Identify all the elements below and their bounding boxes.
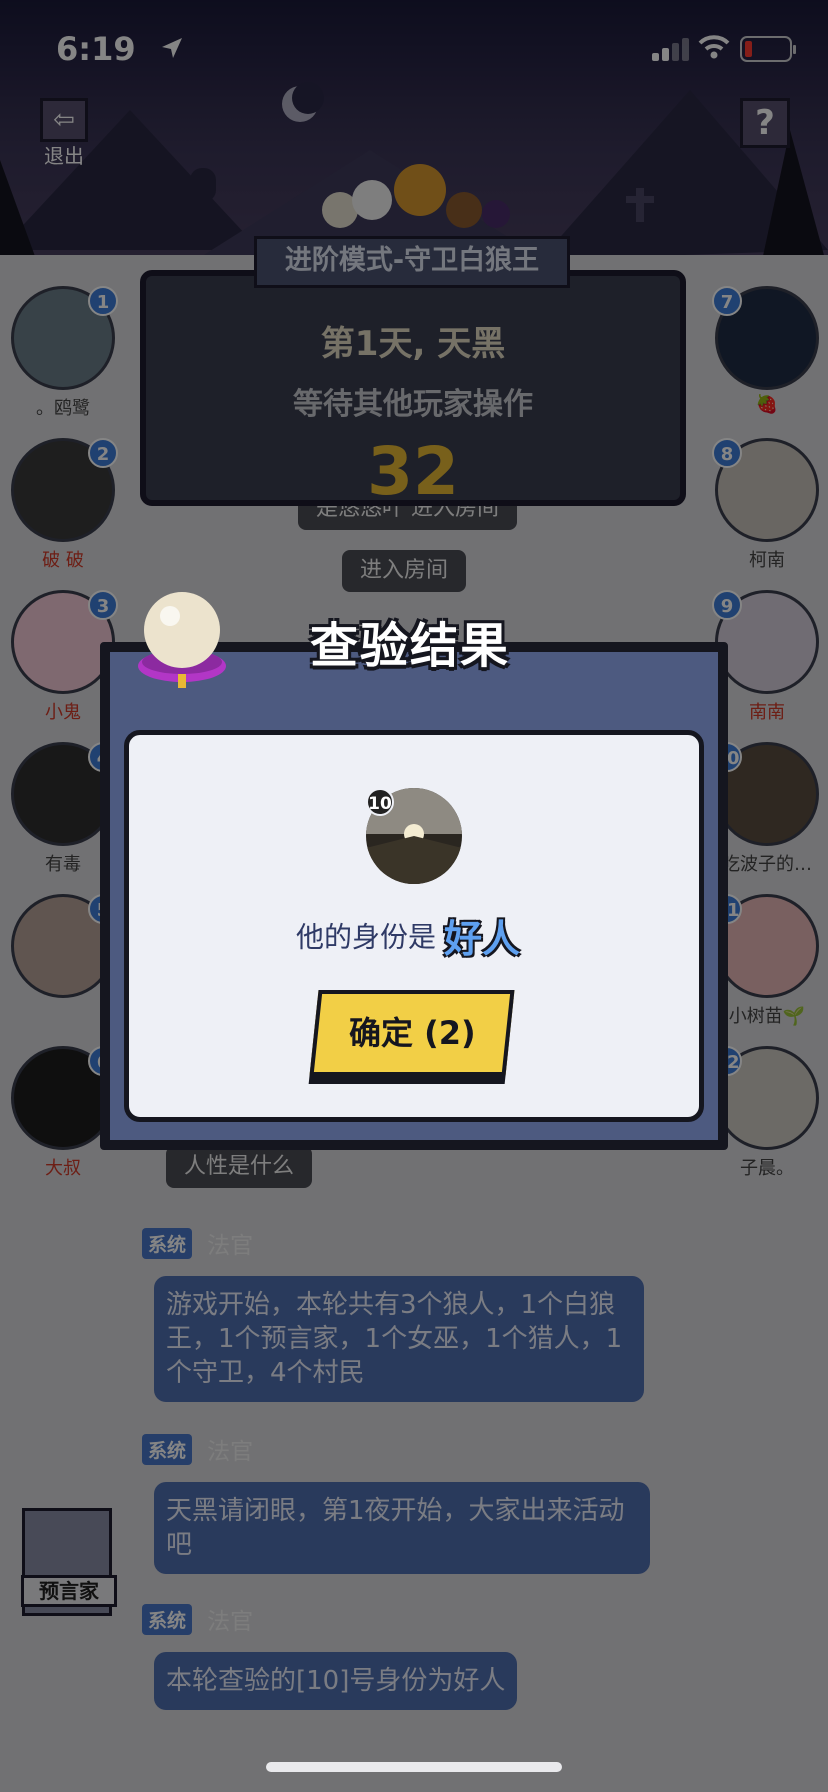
identity-value: 好人 <box>444 917 521 961</box>
identity-prefix: 他的身份是 <box>296 920 437 954</box>
crystal-ball-icon <box>138 592 226 688</box>
target-seat-number: 10 <box>366 788 394 816</box>
confirm-button[interactable]: 确定 (2) <box>309 990 515 1076</box>
home-indicator[interactable] <box>266 1762 562 1772</box>
identity-result: 他的身份是 好人 <box>296 908 520 963</box>
dialog-title: 查验结果 <box>310 618 511 674</box>
confirm-label: 确定 (2) <box>348 1014 476 1052</box>
